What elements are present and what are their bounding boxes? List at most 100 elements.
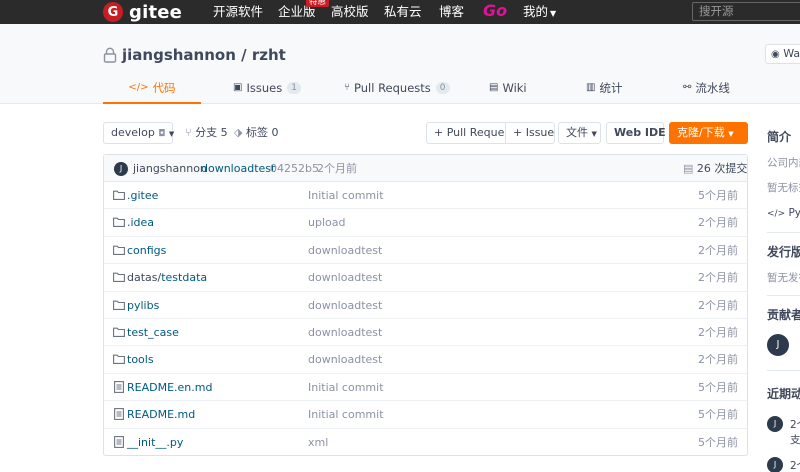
folder-icon — [113, 272, 125, 283]
language-label: Python — [788, 207, 800, 219]
file-commit-time: 2个月前 — [698, 271, 738, 285]
new-pull-request-button[interactable]: + Pull Request — [426, 122, 514, 144]
no-release-text: 暂无发行 — [767, 272, 800, 284]
watch-label: Watch — [783, 47, 800, 60]
file-commit-time: 5个月前 — [698, 189, 738, 202]
nav-private-cloud[interactable]: 私有云 — [384, 4, 422, 20]
repo-owner-link[interactable]: jiangshannon — [122, 46, 236, 64]
file-row[interactable]: configs downloadtest 2个月前 — [104, 237, 747, 265]
file-list: J jiangshannon downloadtest 04252b5 2个月前… — [103, 154, 748, 456]
tab-code[interactable]: </> 代码 — [103, 78, 201, 104]
activity-avatar[interactable]: J — [767, 416, 783, 432]
file-name-link[interactable]: test_case — [127, 319, 179, 346]
nav-open-source[interactable]: 开源软件 — [213, 4, 263, 20]
new-issue-button[interactable]: + Issue — [505, 122, 555, 144]
file-name-link[interactable]: datas/testdata — [127, 264, 207, 291]
file-menu-button[interactable]: 文件 ▼ — [558, 122, 601, 144]
bar-chart-icon: ▥ — [586, 82, 596, 93]
language-item[interactable]: </> Python — [767, 207, 800, 219]
file-icon — [114, 380, 124, 393]
commit-author[interactable]: jiangshannon — [133, 155, 207, 182]
clone-download-button[interactable]: 克隆/下载 ▼ — [669, 122, 748, 144]
file-name: .idea — [127, 216, 155, 230]
book-icon: ▤ — [489, 82, 499, 93]
file-name: README.md — [127, 408, 196, 422]
file-commit-message[interactable]: downloadtest — [308, 319, 382, 346]
tab-issues-label: Issues — [246, 81, 283, 95]
file-row[interactable]: pylibs downloadtest 2个月前 — [104, 292, 747, 319]
shield-icon: ◘ — [158, 129, 166, 139]
nav-go[interactable]: Go — [483, 1, 507, 20]
nav-education[interactable]: 高校版 — [331, 4, 369, 20]
file-commit-message[interactable]: Initial commit — [308, 401, 384, 428]
caret-down-icon: ▼ — [550, 9, 557, 18]
file-commit-message[interactable]: downloadtest — [308, 237, 382, 264]
nav-mine[interactable]: 我的 ▼ — [523, 4, 556, 22]
nav-blog[interactable]: 博客 — [439, 4, 464, 20]
file-commit-message[interactable]: Initial commit — [308, 182, 384, 209]
search-input[interactable]: 搜开源 — [692, 2, 800, 21]
file-name-link[interactable]: README.md — [127, 401, 195, 428]
repo-header: jiangshannon / rzht ◉ Watch </> 代码 ▣ Iss… — [0, 24, 800, 104]
commit-message-link[interactable]: downloadtest — [201, 155, 275, 182]
branches-link[interactable]: ⑂ 分支 5 — [185, 122, 228, 144]
file-commit-message[interactable]: upload — [308, 209, 345, 236]
file-name-link[interactable]: .idea — [127, 209, 154, 236]
file-name: configs — [127, 243, 167, 257]
file-row[interactable]: README.md Initial commit 5个月前 — [104, 401, 747, 429]
avatar[interactable]: J — [114, 162, 128, 176]
file-commit-message[interactable]: downloadtest — [308, 346, 382, 373]
top-nav: G gitee 开源软件 企业版 特惠 高校版 私有云 博客 Go 我的 ▼ 搜开… — [0, 0, 800, 24]
tab-pipeline[interactable]: ⚯ 流水线 — [683, 78, 730, 104]
file-commit-message[interactable]: Initial commit — [308, 374, 384, 401]
file-name: .gitee — [127, 189, 159, 202]
divider — [767, 232, 800, 233]
pull-request-icon: ⑂ — [344, 82, 350, 93]
tab-pull-requests[interactable]: ⑂ Pull Requests 0 — [344, 78, 450, 104]
file-row[interactable]: test_case downloadtest 2个月前 — [104, 319, 747, 347]
watch-button[interactable]: ◉ Watch — [765, 44, 800, 64]
tags-link[interactable]: ⬗ 标签 0 — [234, 122, 278, 144]
latest-commit-bar: J jiangshannon downloadtest 04252b5 2个月前… — [104, 155, 747, 182]
file-name-link[interactable]: .gitee — [127, 182, 158, 209]
contributors-title: 贡献者 — [767, 308, 800, 322]
file-commit-message[interactable]: xml — [308, 429, 328, 456]
file-name-link[interactable]: configs — [127, 237, 166, 264]
file-row[interactable]: .idea upload 2个月前 — [104, 209, 747, 237]
tab-issues[interactable]: ▣ Issues 1 — [233, 78, 301, 104]
folder-icon — [113, 218, 125, 228]
file-name-link[interactable]: README.en.md — [127, 374, 212, 401]
issues-icon: ▣ — [233, 82, 243, 93]
tab-pull-requests-label: Pull Requests — [354, 81, 431, 95]
activity-avatar[interactable]: J — [767, 457, 783, 472]
file-name-link[interactable]: pylibs — [127, 292, 159, 319]
pull-requests-count-badge: 0 — [435, 82, 450, 94]
file-icon — [114, 435, 124, 448]
file-commit-message[interactable]: downloadtest — [308, 292, 382, 319]
file-name-link[interactable]: __init__.py — [127, 429, 183, 456]
file-row[interactable]: .gitee Initial commit 5个月前 — [104, 182, 747, 210]
branches-label: 分支 — [195, 126, 218, 139]
file-row[interactable]: tools downloadtest 2个月前 — [104, 346, 747, 374]
logo-text: gitee — [129, 1, 183, 23]
issues-count-badge: 1 — [287, 82, 301, 94]
commit-count-link[interactable]: ▤ 26 次提交 — [683, 155, 747, 182]
file-row[interactable]: datas/testdata downloadtest 2个月前 — [104, 264, 747, 292]
contributor-avatar[interactable]: J — [767, 334, 789, 356]
commit-hash[interactable]: 04252b5 — [270, 155, 319, 182]
file-row[interactable]: __init__.py xml 5个月前 — [104, 429, 747, 456]
file-name: tools — [127, 353, 154, 367]
file-commit-time: 5个月前 — [698, 380, 738, 394]
tab-stats[interactable]: ▥ 统计 — [586, 78, 622, 104]
file-row[interactable]: README.en.md Initial commit 5个月前 — [104, 374, 747, 402]
repo-name-link[interactable]: rzht — [252, 46, 286, 64]
branch-select-label: develop — [111, 126, 155, 139]
path-prefix: datas/ — [127, 271, 162, 285]
gitee-logo[interactable]: G gitee — [103, 1, 183, 23]
branch-select[interactable]: develop ◘ ▼ — [103, 122, 174, 144]
file-name-link[interactable]: tools — [127, 346, 154, 373]
file-commit-message[interactable]: downloadtest — [308, 264, 382, 291]
divider — [767, 370, 800, 371]
tab-wiki[interactable]: ▤ Wiki — [489, 78, 527, 104]
web-ide-button[interactable]: Web IDE — [606, 122, 666, 144]
